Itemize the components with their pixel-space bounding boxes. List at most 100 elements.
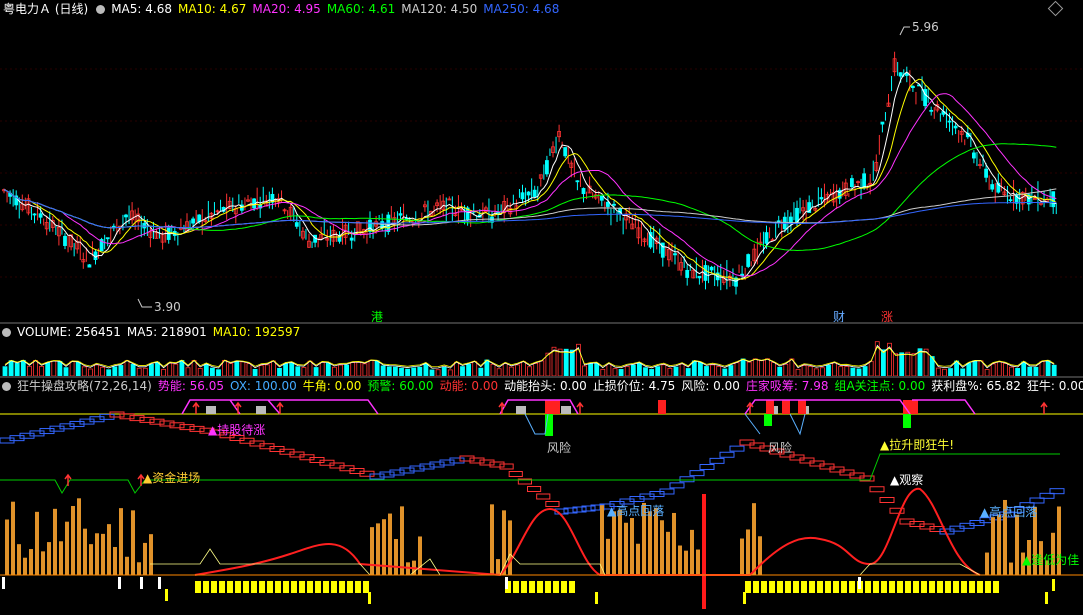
momentum-bar — [630, 518, 634, 575]
volume-bar — [881, 349, 886, 376]
candle-body — [703, 265, 708, 281]
indicator-chart[interactable]: ▲持股待涨 ▲资金进场 风险 风险 ▲拉升即狂牛! ▲观察 ▲高点回落 ▲高点回落 ▲逢低为佳 — [0, 394, 1083, 615]
volume-bar — [350, 362, 356, 376]
momentum-bar — [376, 523, 380, 575]
volume-bar — [521, 361, 526, 376]
entry-block — [529, 581, 535, 593]
momentum-bar — [696, 549, 700, 575]
momentum-bar — [131, 510, 135, 575]
volume-bar — [246, 363, 252, 376]
entry-block — [761, 581, 767, 593]
volume-bar — [14, 363, 20, 376]
candle-body — [575, 180, 580, 183]
volume-bar — [807, 366, 813, 376]
candle-body — [795, 207, 799, 223]
volume-bar — [307, 360, 313, 376]
momentum-bar — [47, 542, 51, 575]
ma-legend-item-0: MA5: 4.68 — [111, 2, 172, 16]
volume-bar — [51, 360, 57, 376]
indicator-legend-item-10: 组A关注点: 0.00 — [834, 379, 926, 393]
entry-block — [203, 581, 209, 593]
momentum-bar — [370, 527, 374, 575]
diamond-icon[interactable] — [1047, 0, 1064, 17]
volume-bar — [88, 368, 93, 376]
candle-body — [124, 214, 128, 218]
momentum-bar — [648, 511, 652, 575]
ox-step — [179, 424, 195, 431]
volume-bar — [331, 366, 337, 376]
indicator-knob-icon[interactable] — [2, 381, 11, 391]
volume-bar — [478, 367, 484, 376]
ox-step — [545, 501, 560, 507]
ox-step — [189, 425, 205, 432]
candle-body — [87, 264, 92, 268]
volume-bar — [508, 366, 514, 376]
volume-legend: VOLUME: 256451 MA5: 218901 MA10: 192597 — [17, 324, 306, 340]
momentum-bar — [5, 519, 9, 575]
momentum-bar — [101, 533, 105, 575]
volume-bar — [868, 360, 874, 376]
entry-block — [545, 581, 551, 593]
entry-block — [993, 581, 999, 593]
entry-block — [243, 581, 249, 593]
volume-knob-icon[interactable] — [2, 327, 11, 337]
volume-bar — [594, 362, 600, 376]
volume-bar — [258, 365, 264, 376]
volume-bar — [20, 359, 26, 376]
ox-step — [679, 476, 695, 483]
ma-legend-item-4: MA120: 4.50 — [401, 2, 478, 16]
volume-bar — [441, 366, 447, 376]
volume-bar — [234, 360, 240, 376]
entry-block — [833, 581, 839, 593]
candle-body — [599, 195, 604, 201]
ma-legend: MA5: 4.68 MA10: 4.67 MA20: 4.95 MA60: 4.61 M… — [111, 1, 565, 17]
price-chart[interactable]: 5.963.90港财涨 — [0, 17, 1083, 323]
entry-block — [195, 581, 201, 593]
volume-bar — [539, 360, 545, 376]
volume-bar — [795, 368, 801, 376]
white-tick — [140, 577, 143, 589]
settings-knob-icon[interactable] — [96, 4, 106, 14]
volume-bar — [191, 360, 197, 376]
volume-bar — [996, 361, 1002, 376]
ox-step — [669, 482, 685, 489]
stock-title[interactable]: 粤电力Ａ (日线) — [3, 1, 88, 17]
volume-bar — [1021, 361, 1027, 376]
candle-body — [972, 152, 976, 159]
volume-bar — [960, 368, 966, 376]
entry-tick — [1052, 579, 1055, 591]
entry-block — [339, 581, 345, 593]
candle-body — [563, 147, 568, 157]
momentum-bar — [125, 556, 129, 575]
ox-step — [536, 493, 551, 500]
momentum-bar — [71, 505, 75, 575]
momentum-bar — [41, 551, 45, 575]
candle-body — [191, 218, 196, 224]
ma5-line — [3, 71, 1057, 282]
risk-block — [658, 400, 666, 414]
volume-bar — [667, 367, 673, 376]
candle-body — [898, 72, 903, 77]
indicator-legend-item-0: 狂牛操盘攻略(72,26,14) — [17, 379, 152, 393]
volume-bar — [264, 364, 270, 376]
volume-bar — [26, 365, 32, 376]
volume-bar — [643, 367, 648, 376]
candle-body — [1051, 191, 1056, 208]
volume-bar — [630, 364, 636, 376]
event-zhang-marker: 涨 — [881, 309, 893, 323]
hold-signal-label: ▲持股待涨 — [208, 422, 265, 437]
indicator-legend-item-3: 牛角: 0.00 — [302, 379, 362, 393]
volume-bar — [813, 368, 819, 376]
volume-bar — [661, 364, 667, 376]
volume-bar — [130, 364, 136, 376]
up-arrow-icon — [192, 401, 200, 414]
volume-bar — [765, 358, 770, 376]
signal-block — [516, 406, 526, 414]
signal-block — [561, 406, 571, 414]
entry-block — [913, 581, 919, 593]
volume-chart[interactable] — [0, 340, 1083, 376]
momentum-bar — [65, 521, 69, 575]
indicator-legend-item-9: 庄家吸筹: 7.98 — [745, 379, 829, 393]
momentum-bar — [119, 508, 123, 575]
volume-bar — [344, 364, 350, 376]
